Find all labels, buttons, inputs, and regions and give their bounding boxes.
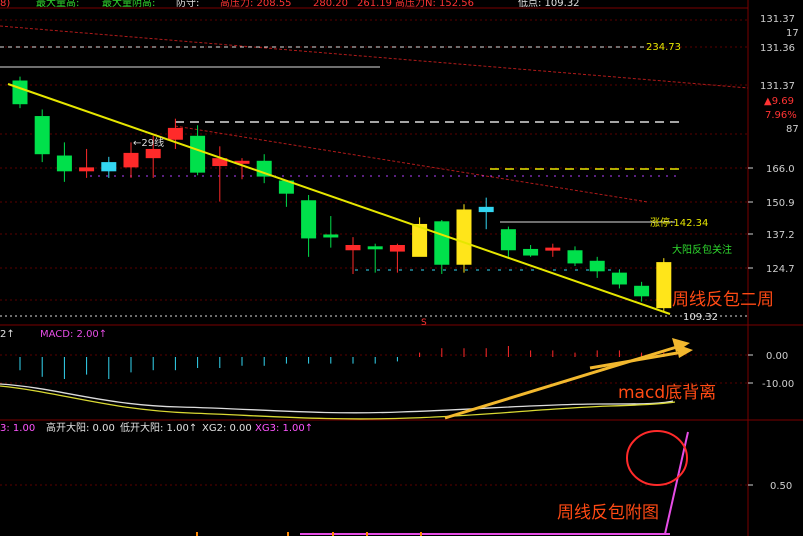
macd-axis-label: 0.00 <box>766 351 788 362</box>
candle-body <box>34 116 50 155</box>
macd-line-yellow <box>0 385 676 420</box>
header-item: 最大量高: <box>36 0 79 9</box>
macd-annotation: macd底背离 <box>618 383 716 403</box>
candle-body <box>500 229 516 251</box>
candle-body <box>79 167 95 172</box>
candle-body <box>611 272 627 285</box>
big-yang-label: 大阳反包关注 <box>672 243 732 256</box>
axis-label: 131.36 <box>760 43 795 54</box>
candle-body <box>123 152 139 168</box>
candle-body <box>389 245 405 252</box>
candle-body <box>523 248 539 256</box>
candle-body <box>167 127 183 140</box>
candle-body <box>545 247 561 251</box>
candle-body <box>101 162 117 172</box>
candle-body <box>301 200 317 239</box>
candle-body <box>190 135 206 173</box>
weekly-text: 周线反包二周 <box>672 290 774 310</box>
candle-body <box>656 262 672 309</box>
candle-body <box>56 155 72 172</box>
zhangting-label: 涨停:142.34 <box>650 216 708 229</box>
low-label: 109.32 <box>683 312 718 323</box>
axis-label: 166.0 <box>766 164 795 175</box>
header-item: 高压力N: 152.56 <box>395 0 474 9</box>
header-item: 防守: <box>176 0 199 9</box>
axis-label: 17 <box>786 28 799 39</box>
macd-histogram <box>19 346 665 379</box>
candle-body <box>434 221 450 265</box>
candle-body <box>323 234 339 238</box>
price-line-label: ←29线 <box>133 136 164 149</box>
axis-label: 137.2 <box>766 230 795 241</box>
chart-svg: 131.37 17 131.36 131.37 ▲9.69 7.96% 87 1… <box>0 0 803 536</box>
macd-prefix: 2↑ <box>0 329 15 340</box>
axis-label: 150.9 <box>766 198 795 209</box>
header-item: 8) <box>0 0 10 9</box>
signal-item: XG2: 0.00 <box>202 423 252 434</box>
trendline <box>7 83 671 315</box>
signal-circle <box>626 430 688 486</box>
signal-header: 3: 1.00 高开大阳: 0.00 低开大阳: 1.00↑ XG2: 0.00… <box>0 421 313 434</box>
candle-body <box>145 148 161 159</box>
axis-label: 124.7 <box>766 264 795 275</box>
signal-item: XG3: 1.00↑ <box>255 423 313 434</box>
main-annotations: 234.73 ←29线 涨停:142.34 大阳反包关注 109.32 S 周线… <box>133 42 774 328</box>
header-item: 261.19 <box>357 0 392 9</box>
candle-body <box>12 80 28 105</box>
axis-label: 131.37 <box>760 14 795 25</box>
candle-body <box>478 206 494 213</box>
candle-body <box>567 250 583 264</box>
candle-body <box>589 260 605 272</box>
macd-title: MACD: 2.00↑ <box>40 329 107 340</box>
grid-lines <box>0 19 748 486</box>
signal-axis-label: 0.50 <box>770 481 792 492</box>
signal-annotation: 周线反包附图 <box>557 503 659 523</box>
signal-item: 低开大阳: 1.00↑ <box>120 421 197 434</box>
axis-label: 131.37 <box>760 81 795 92</box>
macd-axis-label: -10.00 <box>762 379 794 390</box>
header-item: 高压力: 208.55 <box>220 0 292 9</box>
candle-body <box>634 285 650 297</box>
candles <box>12 76 672 313</box>
axis-label: ▲9.69 <box>764 96 794 107</box>
axis-ticks <box>748 167 753 486</box>
signal-item: 高开大阳: 0.00 <box>46 421 115 434</box>
line-label: 234.73 <box>646 42 681 53</box>
signal-item: 3: 1.00 <box>0 423 35 434</box>
macd-header: 2↑ MACD: 2.00↑ <box>0 329 107 340</box>
header-item: 280.20 <box>313 0 348 9</box>
axis-label: 7.96% <box>765 110 797 121</box>
resistance-lines <box>0 46 748 317</box>
header-item: 低点: 109.32 <box>518 0 580 9</box>
s-marker: S <box>421 318 427 328</box>
candle-body <box>367 246 383 250</box>
axis-label: 87 <box>786 124 799 135</box>
candle-body <box>456 209 472 265</box>
macd-divergence-arrows <box>444 338 693 420</box>
candle-body <box>345 245 361 251</box>
header-item: 最大量阴高: <box>102 0 155 9</box>
